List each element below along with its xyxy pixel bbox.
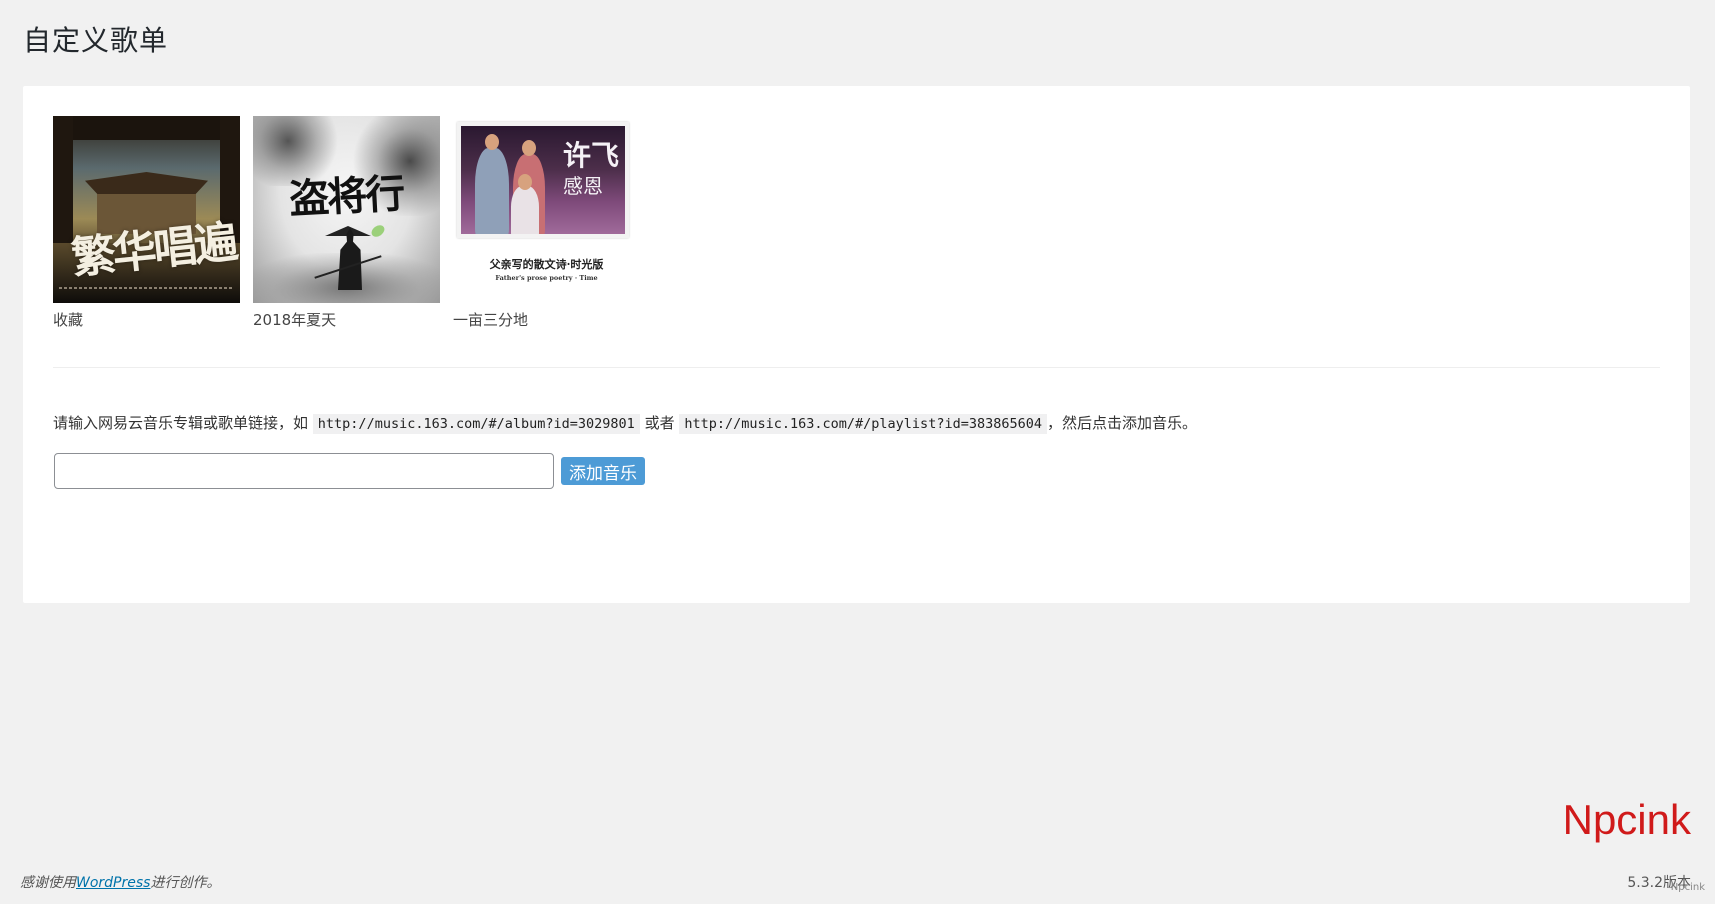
page-title: 自定义歌单: [23, 24, 169, 57]
album-item-summer-2018[interactable]: 盗将行 2018年夏天: [253, 116, 440, 330]
cover-decoration: [518, 174, 532, 190]
add-music-form: 添加音乐: [54, 453, 645, 489]
album-cover[interactable]: 繁华唱遍: [53, 116, 240, 303]
playlist-url-input[interactable]: [54, 453, 554, 489]
cover-decoration: [485, 134, 499, 150]
album-name: 一亩三分地: [453, 311, 529, 329]
album-cover[interactable]: 盗将行: [253, 116, 440, 303]
cover-decoration: [59, 287, 234, 289]
divider: [53, 367, 1660, 368]
wordpress-link[interactable]: WordPress: [76, 875, 150, 891]
instructions-prefix: 请输入网易云音乐专辑或歌单链接，如: [53, 414, 309, 432]
album-name: 收藏: [53, 311, 84, 329]
cover-decoration: [511, 186, 539, 234]
footer-thanks-suffix: 进行创作。: [150, 875, 221, 891]
playlist-panel: 繁华唱遍 收藏 盗将行 2018年夏天 许飞 感恩 父亲写的散文诗·时光版 Fa…: [23, 86, 1690, 603]
watermark-logo: Npcink: [1562, 796, 1691, 843]
footer-thanks-prefix: 感谢使用: [20, 875, 76, 891]
cover-decoration: [475, 148, 509, 234]
cover-subtitle: 感恩: [563, 174, 603, 198]
cover-caption-english: Father's prose poetry · Time: [495, 274, 598, 282]
cover-decoration: [522, 140, 536, 156]
footer-mark: Npcink: [1670, 882, 1705, 893]
cover-decoration: [85, 172, 208, 194]
footer-thanks: 感谢使用WordPress进行创作。: [20, 872, 220, 892]
example-playlist-url: http://music.163.com/#/playlist?id=38386…: [679, 414, 1047, 434]
cover-decoration: [53, 116, 240, 140]
cover-title: 盗将行: [288, 170, 405, 223]
cover-title: 许飞: [562, 139, 619, 172]
album-item-one-acre[interactable]: 许飞 感恩 父亲写的散文诗·时光版 Father's prose poetry …: [453, 116, 640, 330]
instructions: 请输入网易云音乐专辑或歌单链接，如 http://music.163.com/#…: [53, 411, 1197, 436]
album-name: 2018年夏天: [253, 311, 337, 329]
cover-caption: 父亲写的散文诗·时光版: [489, 258, 604, 271]
cover-decoration: [369, 222, 387, 240]
add-music-button[interactable]: 添加音乐: [561, 457, 645, 485]
album-item-favorites[interactable]: 繁华唱遍 收藏: [53, 116, 240, 330]
album-cover[interactable]: 许飞 感恩 父亲写的散文诗·时光版 Father's prose poetry …: [453, 116, 640, 303]
example-album-url: http://music.163.com/#/album?id=3029801: [312, 414, 640, 434]
cover-photo: 许飞 感恩: [457, 122, 629, 238]
page: 自定义歌单 繁华唱遍 收藏 盗将行 2018年夏天 许飞 感恩 父亲写的散文诗·…: [0, 0, 1715, 904]
instructions-suffix: ，然后点击添加音乐。: [1046, 414, 1197, 432]
album-list: 繁华唱遍 收藏 盗将行 2018年夏天 许飞 感恩 父亲写的散文诗·时光版 Fa…: [53, 116, 640, 330]
instructions-middle: 或者: [644, 414, 675, 432]
